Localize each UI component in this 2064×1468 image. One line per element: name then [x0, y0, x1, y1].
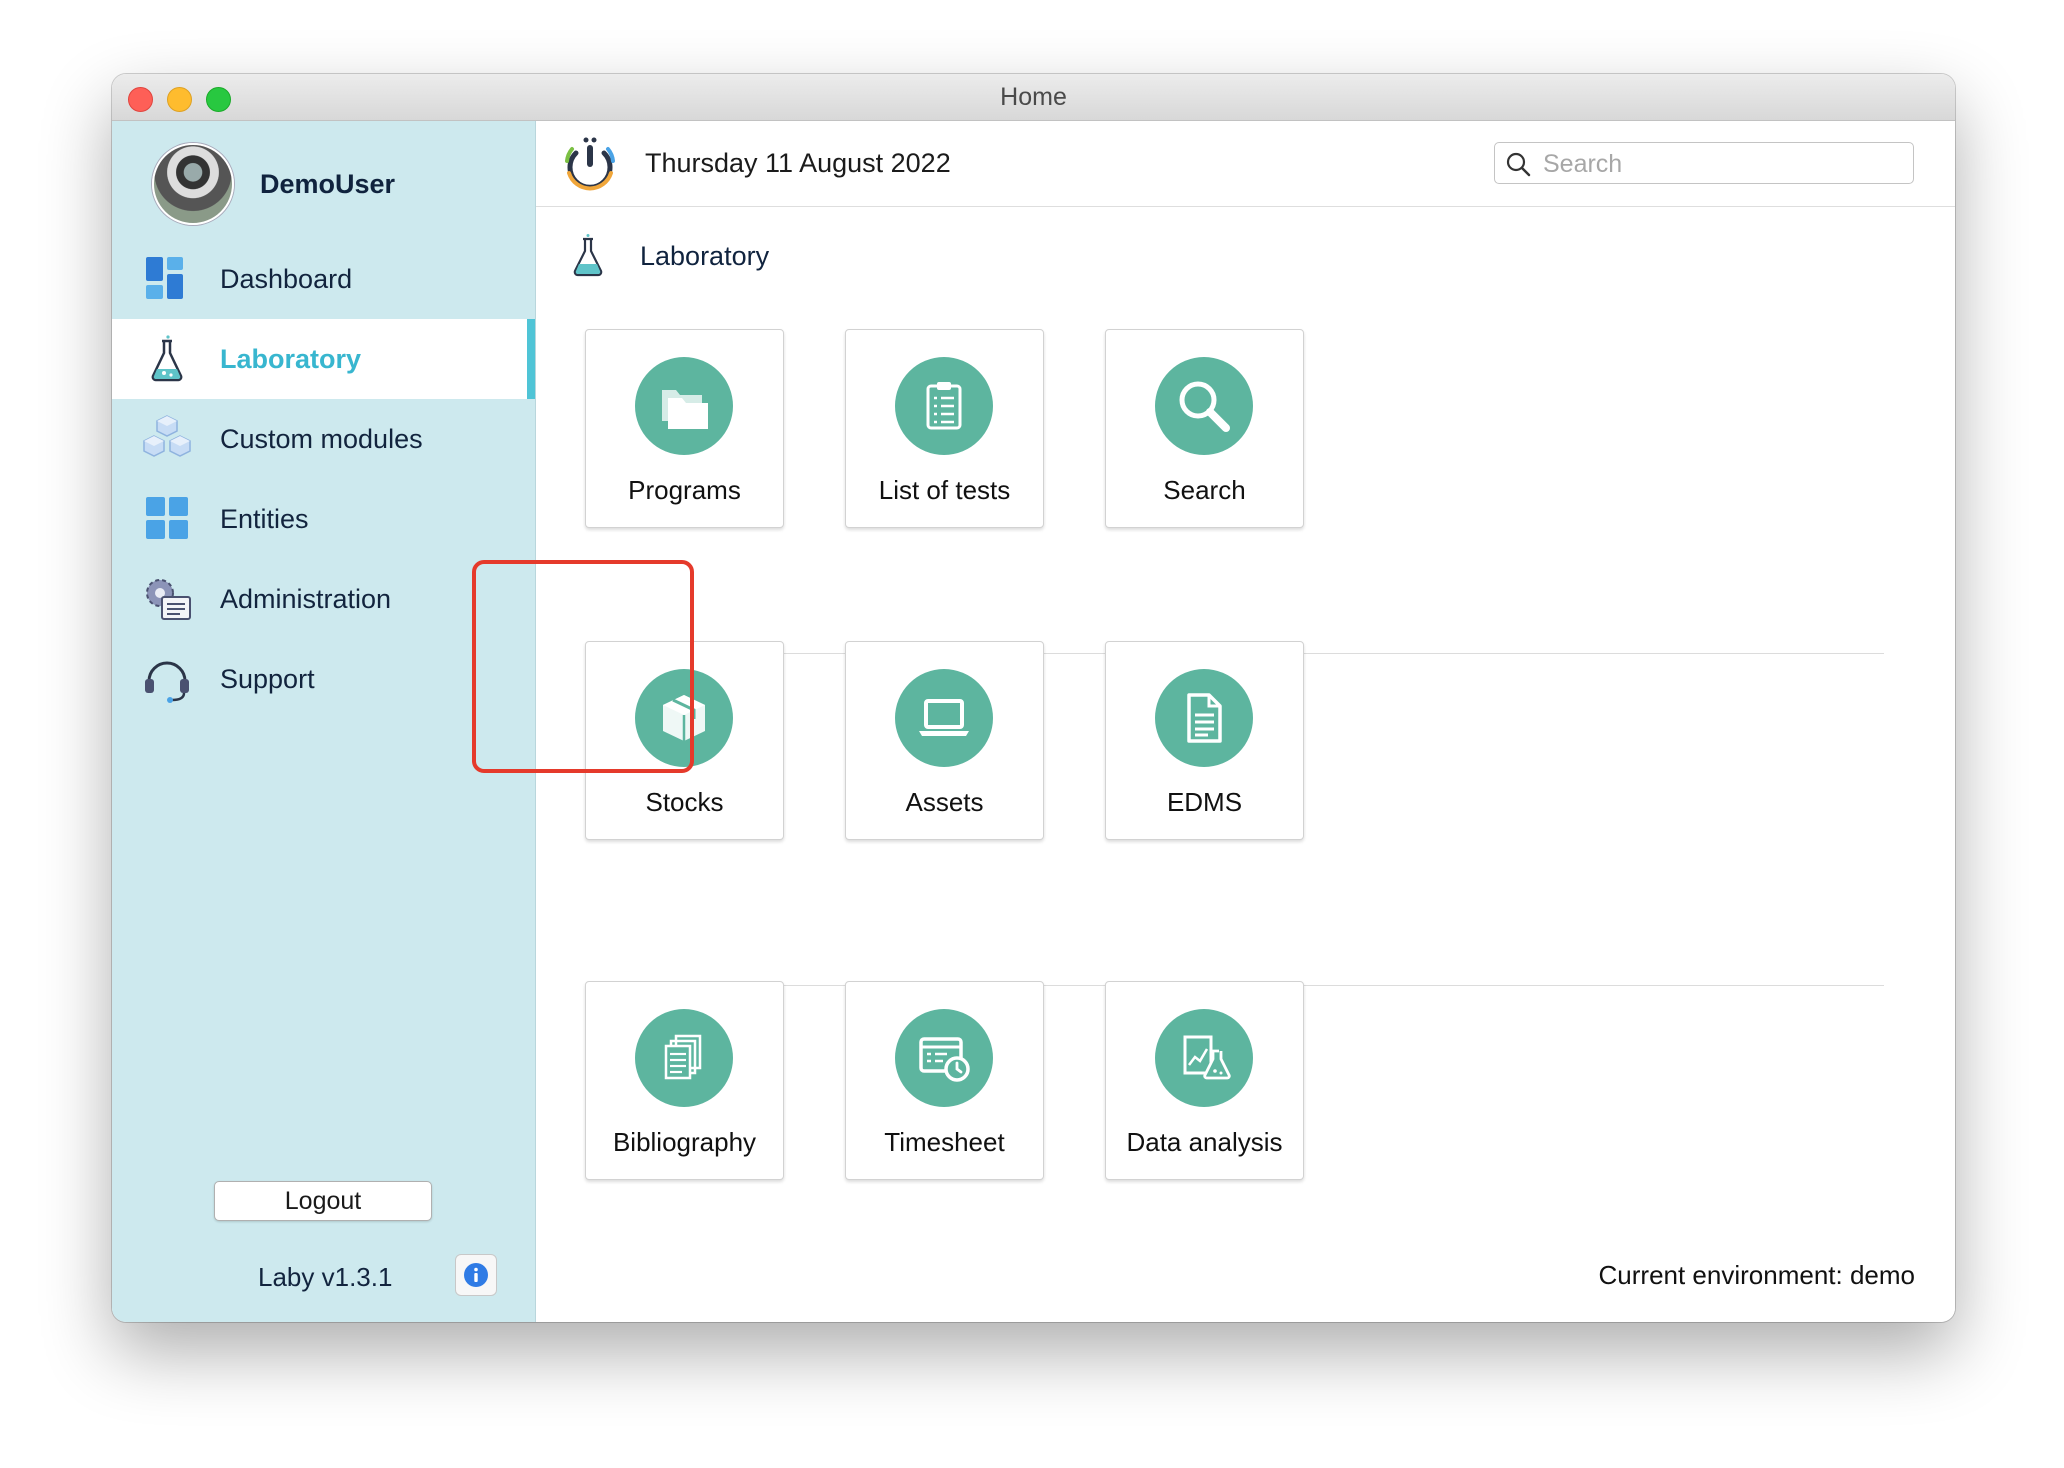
search-icon	[1506, 152, 1531, 177]
sidebar-item-label: Laboratory	[220, 343, 362, 374]
tile-label: Bibliography	[612, 1127, 757, 1157]
main-content: Thursday 11 August 2022 Laboratory	[536, 121, 1955, 1322]
tile-label: Data analysis	[1126, 1127, 1283, 1157]
stacked-documents-icon	[664, 1034, 702, 1080]
tile-icon-circle	[1155, 357, 1253, 455]
window-title: Home	[1000, 83, 1067, 111]
sidebar-item-label: Support	[220, 663, 315, 694]
tile-edms[interactable]: EDMS	[1105, 641, 1304, 840]
sidebar-item-label: Administration	[220, 583, 392, 614]
tile-search[interactable]: Search	[1105, 329, 1304, 528]
tile-label: Assets	[905, 787, 984, 817]
tile-label: Search	[1163, 475, 1246, 505]
tile-label: List of tests	[878, 475, 1011, 505]
section-header: Laboratory	[568, 231, 769, 281]
tile-data-analysis[interactable]: Data analysis	[1105, 981, 1304, 1180]
app-logo-icon	[565, 137, 615, 191]
magnifier-icon	[1179, 381, 1230, 432]
search-field[interactable]	[1494, 142, 1914, 185]
gear-settings-icon	[146, 579, 191, 620]
folders-icon	[662, 390, 708, 429]
section-title: Laboratory	[640, 240, 770, 271]
tile-stocks[interactable]: Stocks	[585, 641, 784, 840]
info-button[interactable]	[455, 1254, 497, 1296]
tile-programs[interactable]: Programs	[585, 329, 784, 528]
tile-icon-circle	[1155, 669, 1253, 767]
tile-label: Timesheet	[884, 1127, 1005, 1157]
sidebar-item-entities[interactable]: Entities	[112, 479, 535, 559]
flask-icon	[573, 234, 603, 277]
box-icon	[663, 695, 705, 741]
current-environment: Current environment: demo	[1598, 1260, 1915, 1290]
tile-bibliography[interactable]: Bibliography	[585, 981, 784, 1180]
tile-icon-circle	[1155, 1009, 1253, 1107]
logout-button[interactable]: Logout	[214, 1181, 432, 1221]
sidebar: DemoUser Dashboard Laboratory Custom mod…	[112, 121, 536, 1322]
tile-list-of-tests[interactable]: List of tests	[845, 329, 1044, 528]
info-icon	[464, 1263, 488, 1287]
tile-icon-circle	[895, 1009, 993, 1107]
search-input[interactable]	[1541, 143, 1905, 185]
app-window: Home DemoUser Dashboard Laboratory Custo…	[112, 74, 1955, 1322]
tile-icon-circle	[895, 669, 993, 767]
tile-icon-circle	[635, 1009, 733, 1107]
sidebar-item-label: Dashboard	[220, 263, 353, 294]
sidebar-item-dashboard[interactable]: Dashboard	[112, 239, 535, 319]
tile-icon-circle	[635, 357, 733, 455]
top-bar: Thursday 11 August 2022	[536, 121, 1955, 207]
tile-label: Stocks	[645, 787, 724, 817]
app-version: Laby v1.3.1	[258, 1262, 393, 1292]
clipboard-checklist-icon	[926, 382, 962, 430]
calendar-clock-icon	[919, 1037, 970, 1082]
chart-flask-icon	[1183, 1035, 1231, 1080]
username: DemoUser	[260, 168, 396, 199]
title-bar: Home	[112, 74, 1955, 121]
sidebar-item-administration[interactable]: Administration	[112, 559, 535, 639]
flask-icon	[151, 335, 183, 382]
sidebar-item-custom-modules[interactable]: Custom modules	[112, 399, 535, 479]
cubes-icon	[143, 415, 191, 457]
sidebar-item-laboratory[interactable]: Laboratory	[112, 319, 535, 399]
grid-icon	[146, 497, 188, 539]
tile-icon-circle	[635, 669, 733, 767]
tile-assets[interactable]: Assets	[845, 641, 1044, 840]
laptop-icon	[919, 699, 969, 736]
current-date: Thursday 11 August 2022	[645, 148, 951, 178]
headset-icon	[145, 661, 189, 703]
tile-timesheet[interactable]: Timesheet	[845, 981, 1044, 1180]
sidebar-nav: Dashboard Laboratory Custom modules Enti…	[112, 239, 535, 719]
user-profile[interactable]: DemoUser	[152, 143, 395, 225]
tile-icon-circle	[895, 357, 993, 455]
sidebar-item-support[interactable]: Support	[112, 639, 535, 719]
document-icon	[1187, 693, 1222, 743]
sidebar-item-label: Custom modules	[220, 423, 423, 454]
avatar[interactable]	[152, 143, 234, 225]
tile-label: Programs	[628, 475, 741, 505]
tile-label: EDMS	[1166, 787, 1243, 817]
dashboard-icon	[146, 257, 183, 299]
sidebar-item-label: Entities	[220, 503, 309, 534]
